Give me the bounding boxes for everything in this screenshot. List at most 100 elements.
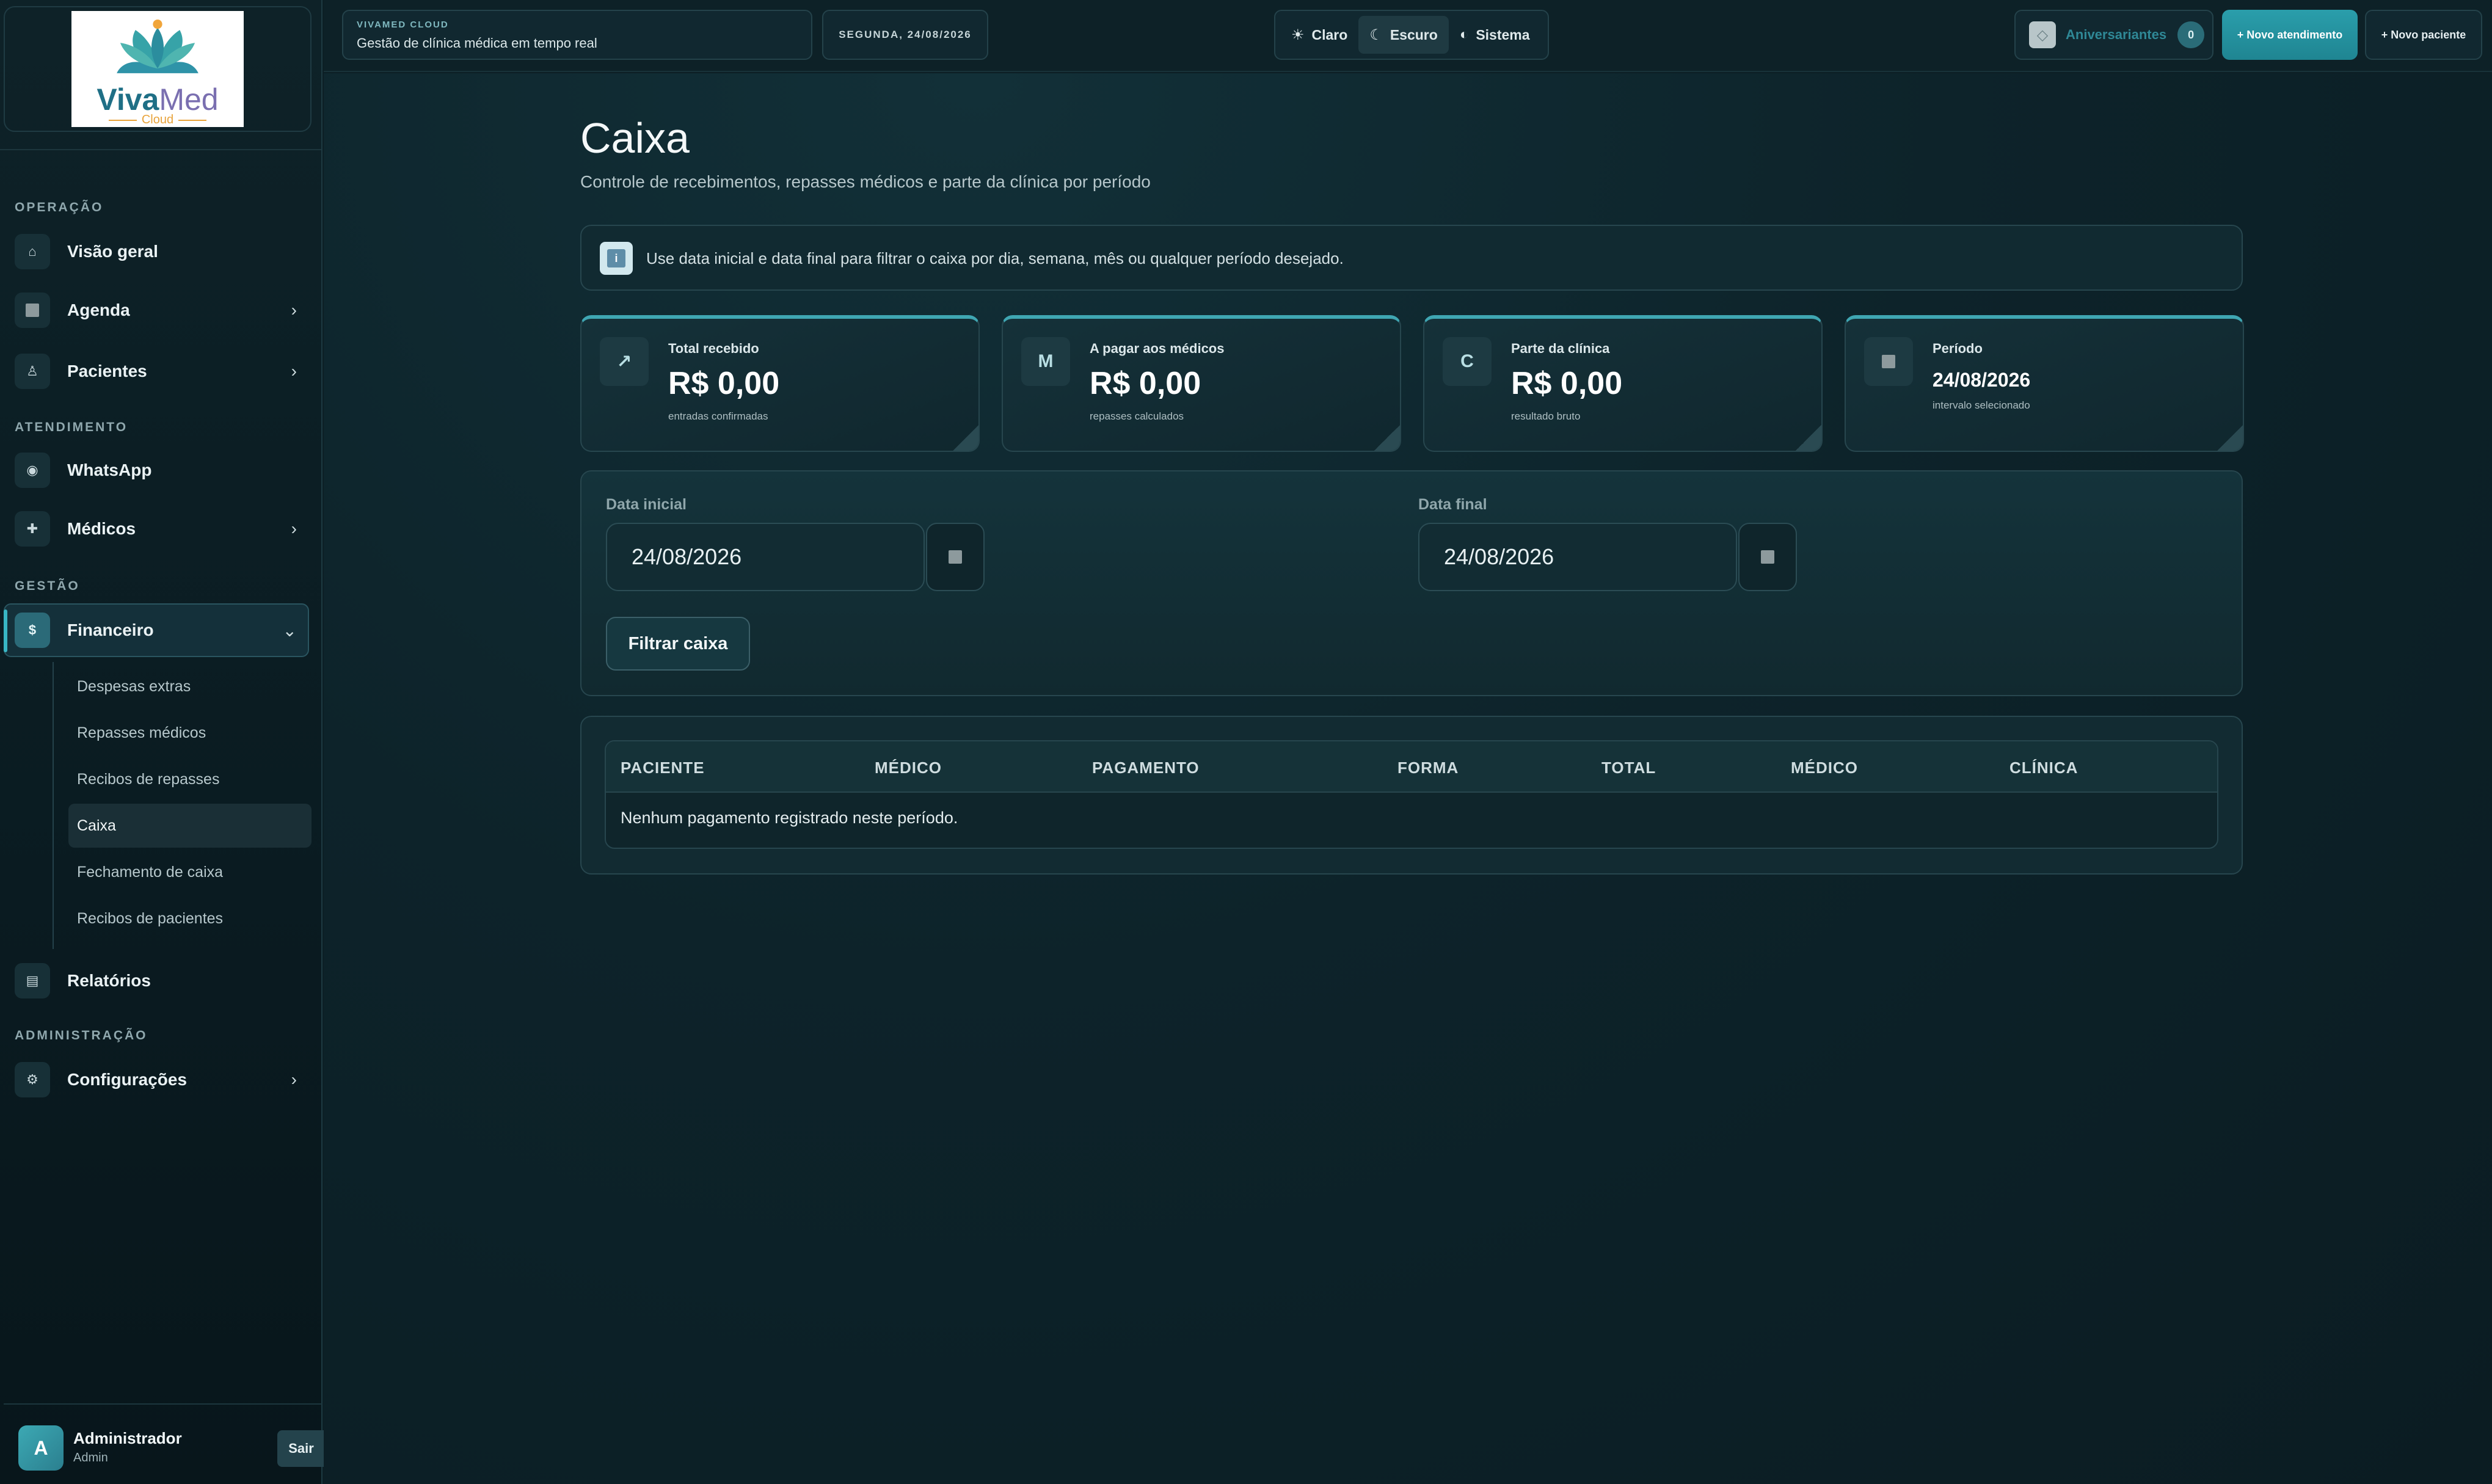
sidebar-item-visao-geral[interactable]: ⌂ Visão geral [15,228,308,275]
column-header-forma[interactable]: FORMA [1397,758,1459,777]
sidebar-item-label: WhatsApp [67,460,152,479]
sidebar-divider [0,149,321,150]
stat-value: 24/08/2026 [1933,369,2031,391]
brand-kicker: VIVAMED CLOUD [357,20,449,30]
new-patient-button[interactable]: + Novo paciente [2365,10,2482,60]
stat-card-parte-clinica: C Parte da clínica R$ 0,00 resultado bru… [1423,315,1823,452]
start-date-label: Data inicial [606,496,687,513]
stat-card-periodo: Período 24/08/2026 intervalo selecionado [1845,315,2244,452]
sidebar-item-label: Agenda [67,300,130,319]
sidebar-item-configuracoes[interactable]: ⚙ Configurações › [15,1057,308,1103]
logout-button[interactable]: Sair [277,1430,325,1467]
info-icon: i [600,242,633,275]
sidebar-item-medicos[interactable]: ✚ Médicos › [15,506,308,552]
birthdays-label: Aniversariantes [2066,27,2167,42]
chevron-right-icon: › [291,519,297,538]
column-header-clinica[interactable]: CLÍNICA [2009,758,2078,777]
cake-icon: ◇ [2029,21,2056,48]
theme-option-label: Claro [1311,26,1348,43]
submenu-item-fechamento-caixa[interactable]: Fechamento de caixa [68,850,312,894]
stat-label: Parte da clínica [1511,341,1610,356]
chevron-right-icon: › [291,300,297,319]
section-label-gestao: GESTÃO [15,579,80,593]
stat-value: R$ 0,00 [668,366,780,401]
logo-wordmark: VivaMed [97,82,219,117]
user-name: Administrador [73,1429,182,1447]
medical-cross-icon: ✚ [15,511,50,547]
stat-card-a-pagar-medicos: M A pagar aos médicos R$ 0,00 repasses c… [1002,315,1401,452]
section-label-administracao: ADMINISTRAÇÃO [15,1028,148,1042]
start-date-input[interactable] [606,523,925,591]
column-header-pagamento[interactable]: PAGAMENTO [1092,758,1200,777]
sidebar-item-label: Visão geral [67,242,158,261]
theme-option-label: Escuro [1390,26,1438,43]
logo-card[interactable]: VivaMed Cloud [4,6,312,132]
logo-leaves-icon [117,20,199,73]
sidebar: VivaMed Cloud OPERAÇÃO ⌂ Visão geral Age… [0,0,325,1484]
filter-panel: Data inicial Data final Filtrar caixa [580,470,2243,696]
sidebar-item-relatorios[interactable]: ▤ Relatórios [15,958,308,1004]
report-icon: ▤ [15,963,50,998]
submenu-rail [53,662,54,949]
submenu-item-despesas-extras[interactable]: Despesas extras [68,664,312,708]
current-date: SEGUNDA, 24/08/2026 [822,10,988,60]
end-date-label: Data final [1418,496,1487,513]
moon-icon: ☾ [1369,26,1383,43]
sidebar-item-label: Financeiro [67,620,154,639]
stat-hint: intervalo selecionado [1933,399,2030,411]
column-header-paciente[interactable]: PACIENTE [621,758,705,777]
stat-label: A pagar aos médicos [1090,341,1225,356]
half-circle-icon: ◐ [1459,26,1469,43]
sidebar-item-agenda[interactable]: Agenda › [15,287,308,333]
home-icon: ⌂ [15,234,50,269]
clinic-letter-icon: C [1443,337,1492,386]
user-card: A Administrador Admin Sair [4,1403,325,1479]
calendar-icon [1864,337,1913,386]
user-role: Admin [73,1451,108,1464]
trend-up-icon: ↗ [600,337,649,386]
sidebar-item-financeiro[interactable]: $ Financeiro ⌄ [4,603,309,657]
calendar-icon [1761,550,1774,564]
topbar: VIVAMED CLOUD Gestão de clínica médica e… [324,0,2492,72]
whatsapp-icon: ◉ [15,453,50,488]
theme-option-light[interactable]: ☀ Claro [1280,16,1358,54]
column-header-total[interactable]: TOTAL [1601,758,1656,777]
end-date-calendar-button[interactable] [1738,523,1797,591]
theme-option-dark[interactable]: ☾ Escuro [1358,16,1449,54]
theme-option-label: Sistema [1476,26,1530,43]
chevron-right-icon: › [291,1070,297,1089]
stat-label: Total recebido [668,341,759,356]
stat-card-total-recebido: ↗ Total recebido R$ 0,00 entradas confir… [580,315,980,452]
payments-table: PACIENTE MÉDICO PAGAMENTO FORMA TOTAL MÉ… [605,740,2218,849]
sidebar-item-pacientes[interactable]: ♙ Pacientes › [15,348,308,395]
birthdays-button[interactable]: ◇ Aniversariantes 0 [2014,10,2213,60]
submenu-item-caixa[interactable]: Caixa [68,804,312,848]
stat-hint: resultado bruto [1511,410,1581,422]
end-date-input[interactable] [1418,523,1737,591]
page-title: Caixa [580,114,690,162]
sidebar-item-label: Relatórios [67,971,151,990]
new-appointment-button[interactable]: + Novo atendimento [2222,10,2358,60]
theme-option-system[interactable]: ◐ Sistema [1449,16,1541,54]
brand-title: Gestão de clínica médica em tempo real [357,35,597,51]
chevron-down-icon: ⌄ [282,620,297,640]
avatar[interactable]: A [18,1425,64,1471]
filter-cash-button[interactable]: Filtrar caixa [606,617,750,671]
column-header-medico[interactable]: MÉDICO [875,758,942,777]
start-date-calendar-button[interactable] [926,523,985,591]
column-header-medico-share[interactable]: MÉDICO [1791,758,1858,777]
theme-switch: ☀ Claro ☾ Escuro ◐ Sistema [1274,10,1549,60]
brand-box: VIVAMED CLOUD Gestão de clínica médica e… [342,10,812,60]
sidebar-item-label: Pacientes [67,362,147,380]
submenu-item-repasses-medicos[interactable]: Repasses médicos [68,711,312,755]
submenu-item-recibos-repasses[interactable]: Recibos de repasses [68,757,312,801]
submenu-item-recibos-pacientes[interactable]: Recibos de pacientes [68,897,312,940]
table-empty-message: Nenhum pagamento registrado neste períod… [621,809,958,827]
gear-icon: ⚙ [15,1062,50,1097]
payments-panel: PACIENTE MÉDICO PAGAMENTO FORMA TOTAL MÉ… [580,716,2243,875]
main-content: Caixa Controle de recebimentos, repasses… [324,73,2492,1484]
sidebar-item-whatsapp[interactable]: ◉ WhatsApp [15,447,308,493]
stat-hint: entradas confirmadas [668,410,768,422]
doctor-letter-icon: M [1021,337,1070,386]
stat-label: Período [1933,341,1983,356]
